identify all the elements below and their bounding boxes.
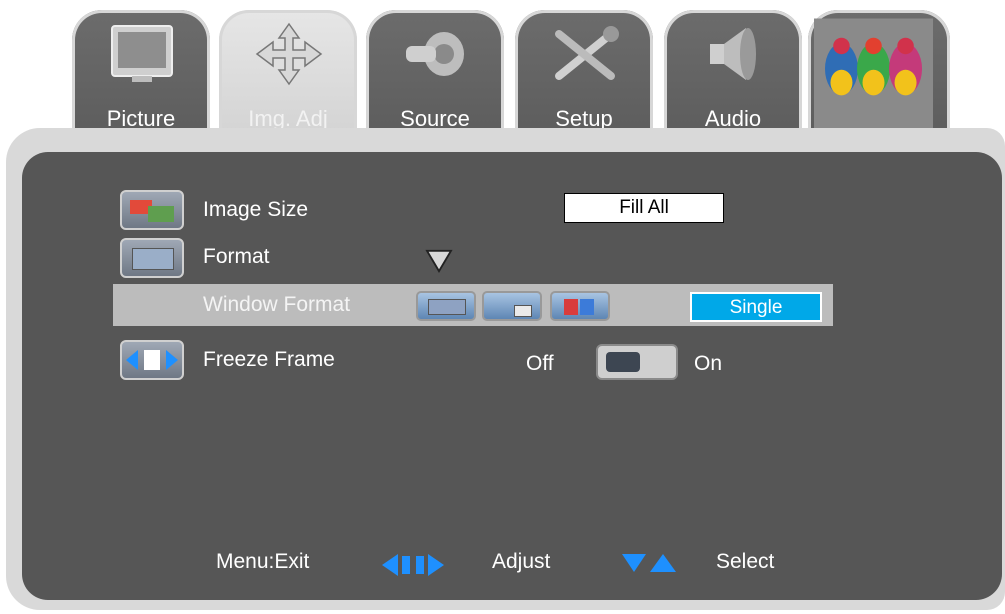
left-right-arrows-icon: [382, 554, 444, 576]
arrows-adjust-icon: [255, 22, 323, 86]
footer-select-text: Select: [716, 550, 775, 573]
single-window-icon[interactable]: [416, 291, 476, 321]
image-size-value[interactable]: Fill All: [564, 193, 724, 223]
footer-exit-text: Menu:Exit: [216, 550, 310, 573]
pip-window-icon[interactable]: [482, 291, 542, 321]
toggle-knob: [606, 352, 640, 372]
freeze-on-label: On: [694, 352, 723, 375]
monitor-icon: [111, 25, 173, 82]
triangle-down-icon[interactable]: [424, 249, 454, 273]
window-format-label: Window Format: [203, 293, 351, 316]
freeze-frame-label: Freeze Frame: [203, 348, 335, 371]
format-label: Format: [203, 245, 270, 268]
format-icon: [120, 238, 184, 278]
image-size-label: Image Size: [203, 198, 309, 221]
down-up-arrows-icon: [622, 554, 676, 572]
speaker-icon: [710, 28, 756, 80]
tools-icon: [555, 26, 619, 80]
image-size-icon: [120, 190, 184, 230]
window-format-value[interactable]: Single: [690, 292, 822, 322]
pop-window-icon[interactable]: [550, 291, 610, 321]
freeze-toggle[interactable]: [596, 344, 678, 380]
footer-adjust-text: Adjust: [492, 550, 551, 573]
viewsonic-birds-logo: [814, 18, 934, 129]
cable-connector-icon: [406, 32, 464, 76]
freeze-frame-icon: [120, 340, 184, 380]
freeze-frame-glyph: [126, 350, 178, 370]
freeze-off-label: Off: [526, 352, 554, 375]
